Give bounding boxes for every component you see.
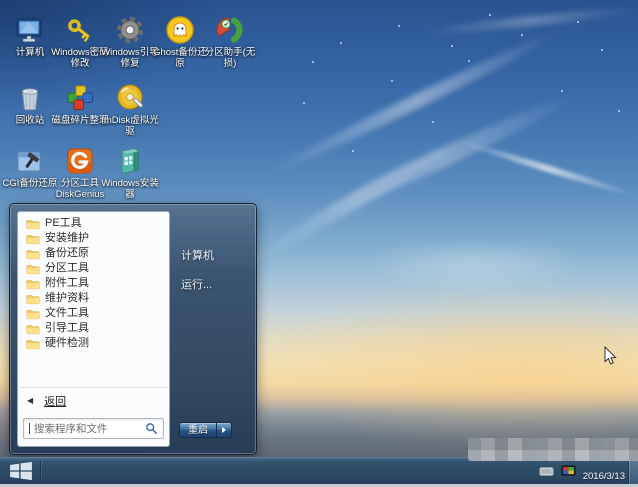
search-box[interactable] xyxy=(23,418,164,439)
folder-label: 备份还原 xyxy=(45,247,89,260)
start-menu-back-button[interactable]: ◀ 返回 xyxy=(18,388,169,413)
ghost-icon xyxy=(164,14,196,46)
computer-icon xyxy=(14,14,46,46)
restart-button[interactable]: 重启 xyxy=(179,422,217,438)
hammer-tool-icon xyxy=(14,145,46,177)
show-desktop-button[interactable] xyxy=(628,458,638,484)
folder-label: 附件工具 xyxy=(45,277,89,290)
system-tray: 2016/3/13 xyxy=(539,458,625,484)
arrow-cursor-icon xyxy=(604,346,618,366)
chevron-right-icon xyxy=(222,427,226,433)
start-menu-folder-install-maintain[interactable]: 安装维护 xyxy=(20,231,167,246)
desktop-icon-windows-password-reset[interactable]: Windows密码修改 xyxy=(55,14,105,69)
start-menu-folder-panel: PE工具 安装维护 备份还原 分区工具 附件工具 xyxy=(17,211,170,447)
tray-date[interactable]: 2016/3/13 xyxy=(583,471,625,482)
desktop-icon-imdisk[interactable]: ImDisk虚拟光驱 xyxy=(105,82,155,137)
mouse-cursor xyxy=(604,346,618,371)
restart-options-button[interactable] xyxy=(217,422,232,438)
start-menu-folder-maintain-docs[interactable]: 维护资料 xyxy=(20,291,167,306)
start-button[interactable] xyxy=(6,460,36,482)
start-menu-item-run[interactable]: 运行... xyxy=(181,276,249,292)
text-caret xyxy=(29,423,30,434)
desktop-icon-ghost-backup[interactable]: Ghost备份还原 xyxy=(155,14,205,69)
desktop-icon-disk-defrag[interactable]: 磁盘碎片整理 xyxy=(55,82,105,126)
folder-icon xyxy=(26,233,40,245)
folder-label: 分区工具 xyxy=(45,262,89,275)
windows-logo-icon xyxy=(9,461,33,481)
desktop-icon-recycle-bin[interactable]: 回收站 xyxy=(5,82,55,126)
search-icon xyxy=(145,422,158,435)
blurred-watermark xyxy=(468,438,638,461)
taskbar: 2016/3/13 xyxy=(0,457,638,484)
folder-label: PE工具 xyxy=(45,217,82,230)
folder-icon xyxy=(26,293,40,305)
start-menu-folder-partition-tools[interactable]: 分区工具 xyxy=(20,261,167,276)
folder-icon xyxy=(26,263,40,275)
start-menu: PE工具 安装维护 备份还原 分区工具 附件工具 xyxy=(9,203,257,455)
folder-icon xyxy=(26,278,40,290)
contrail xyxy=(458,138,637,199)
key-icon xyxy=(64,14,96,46)
desktop-icon-cgi-backup[interactable]: CGI备份还原 xyxy=(5,145,55,189)
start-menu-folder-list: PE工具 安装维护 备份还原 分区工具 附件工具 xyxy=(18,212,169,385)
recycle-bin-icon xyxy=(14,82,46,114)
start-menu-right-panel: 计算机 运行... 重启 xyxy=(170,211,249,447)
screen: 计算机 Windows密码修改 Windows引导修复 G xyxy=(0,0,638,487)
cd-disc-icon xyxy=(114,82,146,114)
desktop-icon-windows-boot-repair[interactable]: Windows引导修复 xyxy=(105,14,155,69)
desktop-icon-diskgenius[interactable]: 分区工具DiskGenius xyxy=(55,145,105,200)
search-input[interactable] xyxy=(32,422,145,436)
back-arrow-icon: ◀ xyxy=(27,397,33,405)
desktop-icon-partition-assistant[interactable]: 分区助手(无损) xyxy=(205,14,255,69)
folder-icon xyxy=(26,323,40,335)
stars xyxy=(0,0,2,2)
start-menu-item-computer[interactable]: 计算机 xyxy=(181,247,249,263)
start-menu-folder-backup-restore[interactable]: 备份还原 xyxy=(20,246,167,261)
defrag-blocks-icon xyxy=(64,82,96,114)
start-menu-folder-hardware-test[interactable]: 硬件检测 xyxy=(20,336,167,351)
folder-label: 硬件检测 xyxy=(45,337,89,350)
cloud-streak xyxy=(420,5,638,38)
tray-device-icon[interactable] xyxy=(539,467,554,476)
folder-label: 文件工具 xyxy=(45,307,89,320)
desktop-icon-windows-installer[interactable]: Windows安装器 xyxy=(105,145,155,200)
folder-icon xyxy=(26,248,40,260)
taskbar-separator xyxy=(40,460,41,482)
folder-label: 引导工具 xyxy=(45,322,89,335)
desktop-icon-computer[interactable]: 计算机 xyxy=(5,14,55,58)
start-menu-folder-file-tools[interactable]: 文件工具 xyxy=(20,306,167,321)
desktop-icon-label: 分区助手(无损) xyxy=(201,47,259,69)
power-controls: 重启 xyxy=(179,422,232,438)
back-label: 返回 xyxy=(44,393,66,409)
desktop-icon-label: ImDisk虚拟光驱 xyxy=(101,115,159,137)
folder-label: 安装维护 xyxy=(45,232,89,245)
folder-icon xyxy=(26,338,40,350)
start-menu-folder-accessory-tools[interactable]: 附件工具 xyxy=(20,276,167,291)
start-menu-folder-boot-tools[interactable]: 引导工具 xyxy=(20,321,167,336)
desktop-icon-label: Windows安装器 xyxy=(101,178,159,200)
folder-icon xyxy=(26,218,40,230)
folder-icon xyxy=(26,308,40,320)
start-menu-folder-pe-tools[interactable]: PE工具 xyxy=(20,216,167,231)
software-box-icon xyxy=(114,145,146,177)
cloud-haze xyxy=(360,238,590,290)
gear-icon xyxy=(114,14,146,46)
pie-chart-icon xyxy=(214,14,246,46)
tray-display-settings-icon[interactable] xyxy=(561,465,576,478)
folder-label: 维护资料 xyxy=(45,292,89,305)
diskgenius-g-icon xyxy=(64,145,96,177)
